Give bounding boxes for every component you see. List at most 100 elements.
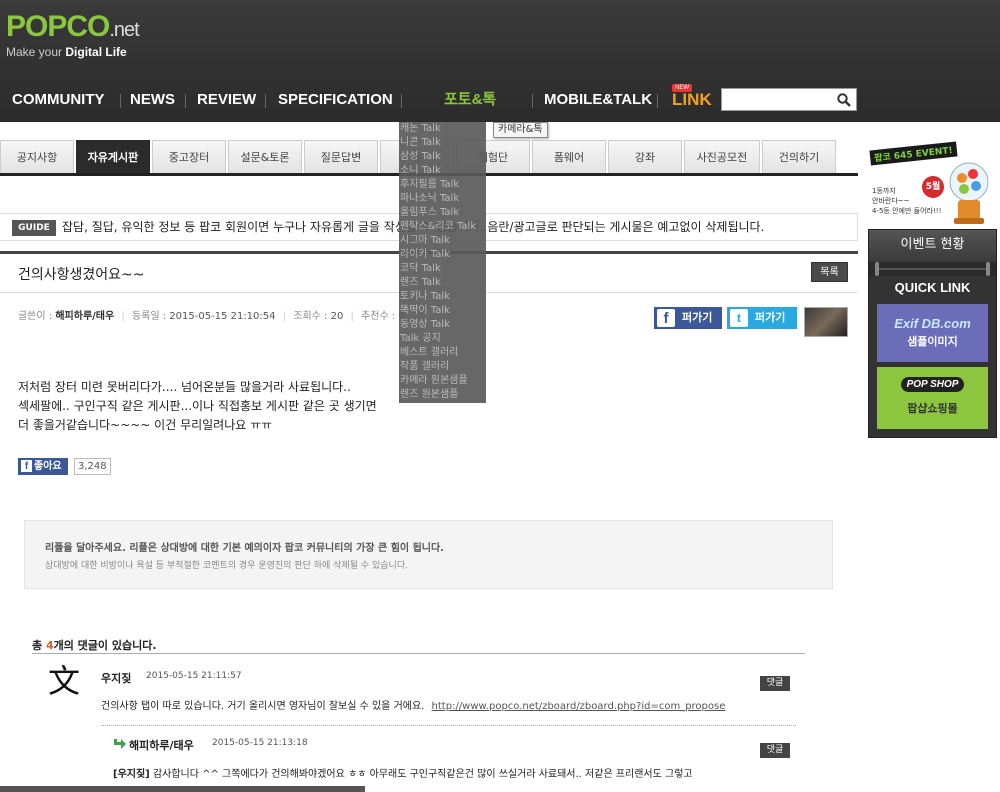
nav-specification[interactable]: SPECIFICATION (278, 86, 393, 114)
search-icon[interactable] (837, 93, 851, 107)
nav-news[interactable]: NEWS (130, 86, 175, 114)
post-date: 2015-05-15 21:10:54 (169, 311, 276, 322)
commenter-avatar[interactable]: 文 (48, 661, 80, 701)
dropdown-item[interactable]: 소니 Talk (399, 164, 486, 178)
dropdown-item[interactable]: 삼성 Talk (399, 150, 486, 164)
tab-free-board[interactable]: 자유게시판 (76, 140, 150, 173)
tab-notice[interactable]: 공지사항 (0, 140, 74, 173)
twitter-icon: t (730, 309, 748, 327)
dropdown-item[interactable]: 후지필름 Talk (399, 178, 486, 192)
post-body-line: 섹세팔에.. 구인구직 같은 게시판...이나 직접홍보 게시판 같은 곳 생기… (18, 399, 377, 413)
reply-notice: 리플을 달아주세요. 리플은 상대방에 대한 기본 예의이자 팝코 커뮤니티의 … (24, 520, 833, 589)
comment-count-number: 4 (45, 639, 54, 652)
post-body-line: 저처럼 장터 미련 못버리다가.... 넘어온분들 많을거라 사료됩니다.. (18, 380, 351, 394)
post-title: 건의사항생겼어요~~ (18, 267, 145, 283)
quick-link-title: QUICK LINK (894, 280, 971, 295)
reply-text: 감사합니다 ^^ 그쪽에다가 건의해봐야겠어요 ㅎㅎ 아무래도 구인구직같은건 … (152, 769, 693, 780)
dropdown-item[interactable]: 카메라 원본샘플 (399, 374, 486, 388)
reply-author[interactable]: 해피하루/태우 (129, 737, 194, 753)
exif-logo: Exif DB.com (894, 316, 971, 331)
post-views: 20 (330, 311, 344, 322)
new-badge: NEW (672, 84, 692, 92)
dropdown-item[interactable]: 펜탁스&리코 Talk (399, 220, 486, 234)
comment-reply-button[interactable]: 댓글 (760, 676, 790, 691)
facebook-icon: f (21, 460, 32, 472)
dropdown-item[interactable]: 토키나 Talk (399, 290, 486, 304)
dropdown-item[interactable]: 올림푸스 Talk (399, 206, 486, 220)
reply-body: [우지짖] 감사합니다 ^^ 그쪽에다가 건의해봐야겠어요 ㅎㅎ 아무래도 구인… (113, 765, 693, 780)
event-text: 1등까지 안바란다~~ 4-5등 안에만 들어라!!! (872, 187, 942, 215)
logo-tagline-bold: Digital Life (65, 45, 127, 59)
twitter-share-label: 퍼가기 (755, 311, 786, 324)
popshop-label: 팝샵쇼핑몰 (907, 402, 958, 415)
dropdown-item[interactable]: 베스트 갤러리 (399, 346, 486, 360)
search-box (721, 88, 857, 112)
gumball-machine-icon (949, 162, 989, 224)
tab-lecture[interactable]: 강좌 (608, 140, 682, 173)
dropdown-item[interactable]: 작품 갤러리 (399, 360, 486, 374)
reply-arrow-icon (114, 739, 126, 749)
facebook-share-button[interactable]: f 퍼가기 (654, 307, 722, 329)
tab-qna[interactable]: 질문답변 (304, 140, 378, 173)
site-logo[interactable]: POPCO.net Make your Digital Life (6, 10, 166, 60)
comment-link[interactable]: http://www.popco.net/zboard/zboard.php?i… (432, 701, 726, 712)
dropdown-item[interactable]: 똑딱이 Talk (399, 304, 486, 318)
twitter-share-button[interactable]: t 퍼가기 (727, 307, 797, 329)
tab-market[interactable]: 중고장터 (152, 140, 226, 173)
nav-mobile-talk[interactable]: MOBILE&TALK (544, 86, 652, 114)
logo-tld: .net (109, 19, 139, 41)
logo-brand: POPCO (6, 10, 110, 43)
nav-community[interactable]: COMMUNITY (12, 86, 105, 114)
binder-rings-icon (869, 262, 996, 276)
dropdown-item[interactable]: 렌즈 원본샘플 (399, 388, 486, 402)
nav-separator (657, 94, 658, 108)
author-avatar[interactable] (804, 307, 848, 337)
post-body-line: 더 좋을거같습니다~~~~ 이건 무리일려나요 ㅠㅠ (18, 418, 273, 432)
reply-mention: [우지짖] (113, 769, 150, 780)
comment-text: 건의사항 탭이 따로 있습니다. 거기 올리시면 영자님이 잘보실 수 있을 거… (101, 701, 425, 712)
tab-survey[interactable]: 설문&토론 (228, 140, 302, 173)
dropdown-item[interactable]: 파나소닉 Talk (399, 192, 486, 206)
author-label: 글쓴이 : (18, 311, 53, 322)
dropdown-item[interactable]: 동영상 Talk (399, 318, 486, 332)
nav-separator (185, 94, 186, 108)
divider (101, 725, 796, 726)
nav-photo-talk[interactable]: 포토&톡 (444, 86, 496, 114)
nav-separator (401, 94, 402, 108)
page: POPCO.net Make your Digital Life COMMUNI… (0, 0, 1000, 792)
guide-label: GUIDE (12, 220, 56, 236)
like-count: 3,248 (74, 458, 111, 475)
list-button[interactable]: 목록 (811, 262, 848, 282)
facebook-icon: f (657, 309, 675, 327)
tab-photo-contest[interactable]: 사진공모전 (684, 140, 760, 173)
dropdown-item[interactable]: Talk 공지 (399, 332, 486, 346)
nav-separator (532, 94, 533, 108)
event-banner[interactable]: 팝코 645 EVENT! 5월 1등까지 안바란다~~ 4-5등 안에만 들어… (866, 140, 996, 228)
dropdown-item[interactable]: 코닥 Talk (399, 262, 486, 276)
facebook-like-button[interactable]: f 좋아요 (18, 458, 68, 475)
comment-author[interactable]: 우지짖 (101, 670, 131, 686)
notice-line-2: 상대방에 대한 비방이나 욕설 등 부적절한 코멘트의 경우 운영진의 판단 하… (45, 561, 408, 571)
search-input[interactable] (722, 90, 834, 112)
notice-line-1: 리플을 달아주세요. 리플은 상대방에 대한 기본 예의이자 팝코 커뮤니티의 … (45, 543, 444, 554)
dropdown-item[interactable]: 캐논 Talk (399, 122, 486, 136)
tab-firmware[interactable]: 폼웨어 (532, 140, 606, 173)
dropdown-item[interactable]: 시그마 Talk (399, 234, 486, 248)
divider (32, 653, 805, 654)
views-label: 조회수 : (293, 311, 328, 322)
post-author[interactable]: 해피하루/태우 (55, 311, 114, 322)
event-status-button[interactable]: 이벤트 현황 (869, 230, 996, 262)
nav-review[interactable]: REVIEW (197, 86, 256, 114)
facebook-share-label: 퍼가기 (682, 311, 713, 324)
tab-suggestion[interactable]: 건의하기 (762, 140, 836, 173)
exif-db-banner[interactable]: Exif DB.com 샘플이미지 (877, 304, 988, 362)
reply-reply-button[interactable]: 댓글 (760, 743, 790, 758)
dropdown-item[interactable]: 니콘 Talk (399, 136, 486, 150)
comment-body: 건의사항 탭이 따로 있습니다. 거기 올리시면 영자님이 잘보실 수 있을 거… (101, 697, 725, 712)
dropdown-item[interactable]: 라이카 Talk (399, 248, 486, 262)
date-label: 등록일 : (131, 311, 167, 322)
post-meta: 글쓴이 : 해피하루/태우 | 등록일 : 2015-05-15 21:10:5… (18, 307, 405, 322)
popshop-banner[interactable]: POP SHOP 팝샵쇼핑몰 (877, 367, 988, 429)
logo-tagline: Make your (6, 45, 66, 59)
dropdown-item[interactable]: 렌즈 Talk (399, 276, 486, 290)
